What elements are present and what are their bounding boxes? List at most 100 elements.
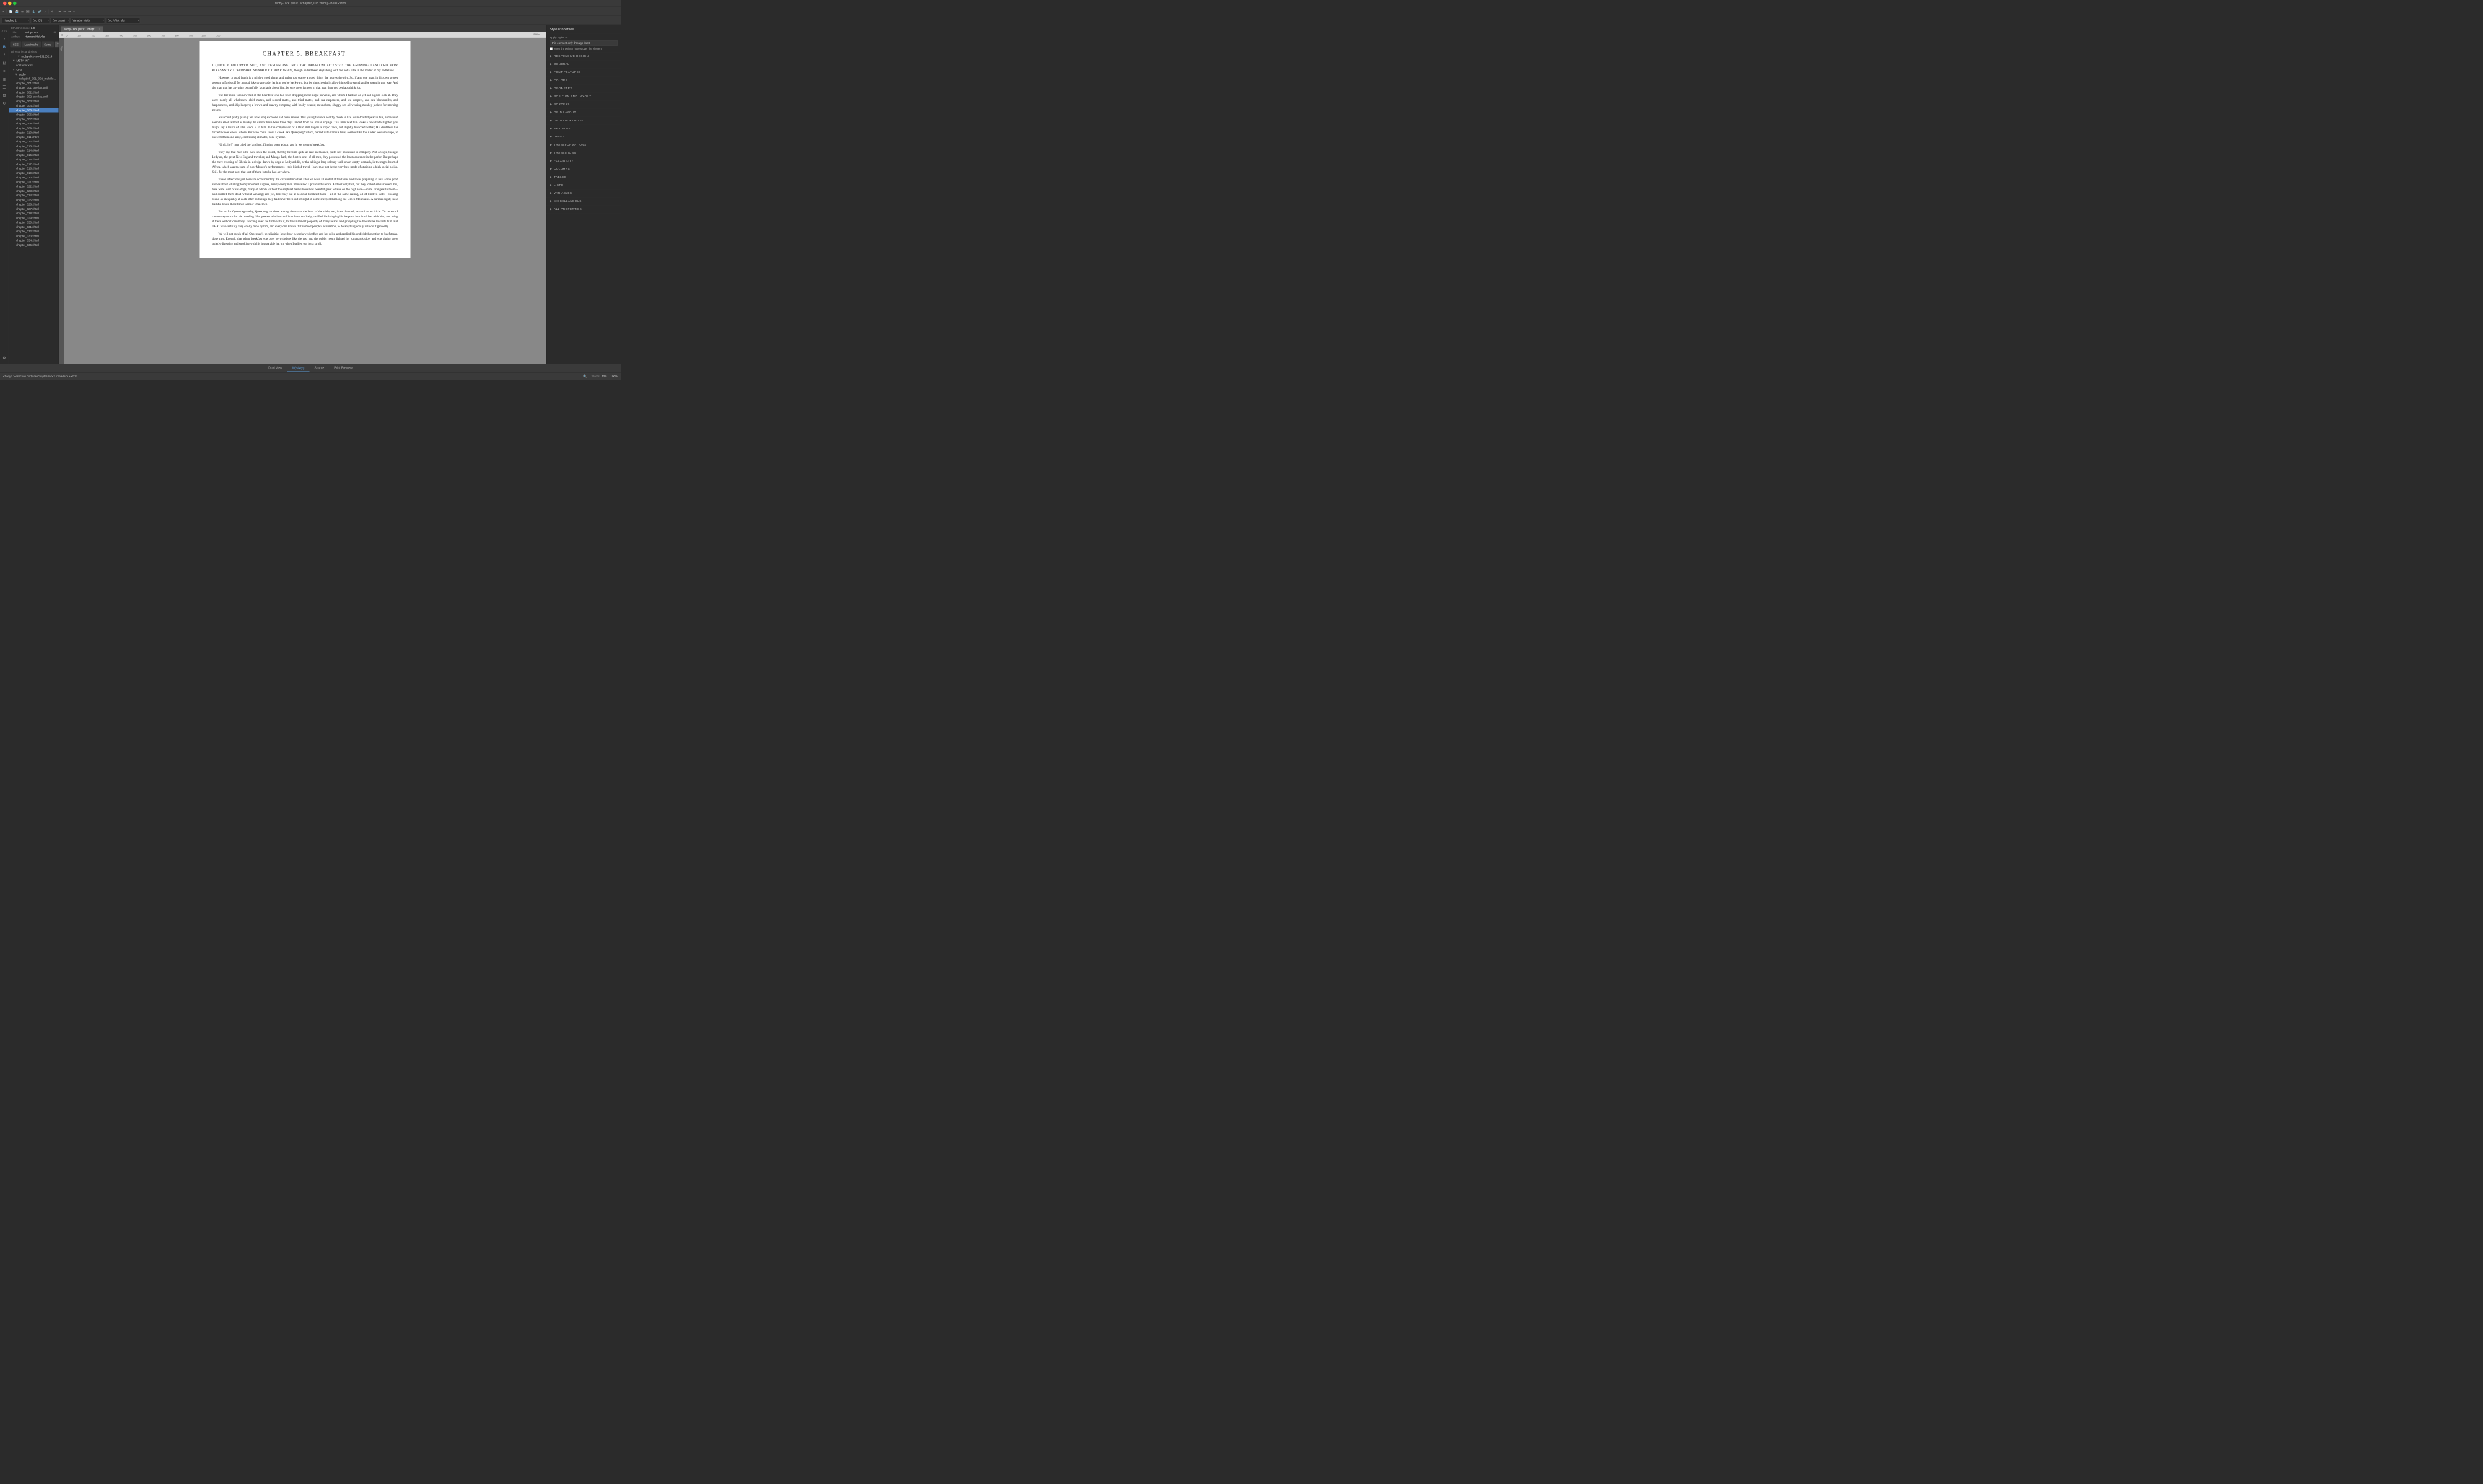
tree-item-chapter_010-xhtml[interactable]: chapter_010.xhtml xyxy=(9,131,59,135)
anchor-icon[interactable]: ⚓ xyxy=(32,9,37,14)
tree-item-chapter_025-xhtml[interactable]: chapter_025.xhtml xyxy=(9,198,59,202)
tab-toc[interactable]: ToC xyxy=(55,42,59,48)
prop-section-grid[interactable]: ▶ GRID LAYOUT xyxy=(546,108,621,116)
prop-section-tables[interactable]: ▶ TABLES xyxy=(546,173,621,181)
tree-item-chapter_015-xhtml[interactable]: chapter_015.xhtml xyxy=(9,153,59,157)
minimize-button[interactable] xyxy=(8,2,12,6)
tree-item-chapter_008-xhtml[interactable]: chapter_008.xhtml xyxy=(9,121,59,126)
tree-item-chapter_032-xhtml[interactable]: chapter_032.xhtml xyxy=(9,229,59,234)
image-icon[interactable]: 🖼 xyxy=(25,9,30,14)
tree-item-mobydick_001_002_melville---[interactable]: mobydick_001_002_melville... xyxy=(9,77,59,81)
tree-item-container-xml[interactable]: container.xml xyxy=(9,63,59,68)
prop-section-responsive[interactable]: ▶ RESPONSIVE DESIGN xyxy=(546,52,621,60)
tree-item-chapter_006-xhtml[interactable]: chapter_006.xhtml xyxy=(9,113,59,117)
tree-item-chapter_011-xhtml[interactable]: chapter_011.xhtml xyxy=(9,135,59,139)
tab-wysiwyg[interactable]: Wysiwyg xyxy=(287,365,310,371)
tab-landmarks[interactable]: Landmarks xyxy=(22,42,41,48)
tree-item-chapter_034-xhtml[interactable]: chapter_034.xhtml xyxy=(9,238,59,243)
maximize-button[interactable] xyxy=(13,2,17,6)
prop-section-grid-item[interactable]: ▶ GRID ITEM LAYOUT xyxy=(546,116,621,124)
prop-header-image[interactable]: ▶ IMAGE xyxy=(546,133,621,141)
tree-item-chapter_021-xhtml[interactable]: chapter_021.xhtml xyxy=(9,180,59,184)
aria-select[interactable]: (no ARIA role) xyxy=(106,17,140,23)
tree-item-chapter_009-xhtml[interactable]: chapter_009.xhtml xyxy=(9,126,59,130)
bold-icon[interactable]: B xyxy=(1,43,7,50)
prop-header-position[interactable]: ▶ POSITION AND LAYOUT xyxy=(546,92,621,100)
tree-item-OPS[interactable]: ▼ OPS xyxy=(9,68,59,72)
settings-icon[interactable]: ⚙ xyxy=(50,9,54,14)
prop-section-transitions[interactable]: ▶ TRANSITIONS xyxy=(546,149,621,157)
tree-item-chapter_031-xhtml[interactable]: chapter_031.xhtml xyxy=(9,225,59,229)
tree-item-chapter_026-xhtml[interactable]: chapter_026.xhtml xyxy=(9,203,59,207)
tree-item-chapter_028-xhtml[interactable]: chapter_028.xhtml xyxy=(9,211,59,216)
tree-item-chapter_005-xhtml[interactable]: chapter_005.xhtml xyxy=(9,108,59,112)
prop-section-columns[interactable]: ▶ COLUMNS xyxy=(546,165,621,173)
tree-item-chapter_001-xhtml[interactable]: chapter_001.xhtml xyxy=(9,81,59,85)
tree-item-chapter_022-xhtml[interactable]: chapter_022.xhtml xyxy=(9,185,59,189)
style-select[interactable]: Heading 1 xyxy=(2,17,30,23)
tree-item-chapter_004-xhtml[interactable]: chapter_004.xhtml xyxy=(9,103,59,108)
tree-item-META-INF[interactable]: ▼ META-INF xyxy=(9,59,59,63)
tree-item-chapter_002_overlay-smil[interactable]: chapter_002_overlay.smil xyxy=(9,95,59,99)
tree-item-chapter_002-xhtml[interactable]: chapter_002.xhtml xyxy=(9,90,59,94)
arrow-icon[interactable]: ◁▷ xyxy=(1,27,7,34)
prop-section-transforms[interactable]: ▶ TRANSFORMATIONS xyxy=(546,141,621,149)
tilde-icon[interactable]: ~ xyxy=(72,9,76,14)
tree-item-chapter_014-xhtml[interactable]: chapter_014.xhtml xyxy=(9,149,59,153)
prop-header-grid-item[interactable]: ▶ GRID ITEM LAYOUT xyxy=(546,116,621,124)
tree-item-chapter_033-xhtml[interactable]: chapter_033.xhtml xyxy=(9,234,59,238)
tree-item-chapter_018-xhtml[interactable]: chapter_018.xhtml xyxy=(9,167,59,171)
save-icon[interactable]: 💾 xyxy=(14,9,19,14)
new-plus-icon[interactable]: + xyxy=(2,9,5,14)
tab-spine[interactable]: Spine xyxy=(42,42,54,48)
prop-section-image[interactable]: ▶ IMAGE xyxy=(546,133,621,141)
prop-header-flexibility[interactable]: ▶ FLEXIBILITY xyxy=(546,157,621,165)
tree-item-chapter_027-xhtml[interactable]: chapter_027.xhtml xyxy=(9,207,59,211)
prop-section-geometry[interactable]: ▶ GEOMETRY xyxy=(546,84,621,92)
class-select[interactable]: (no class) xyxy=(51,17,69,23)
close-button[interactable] xyxy=(3,2,7,6)
apply-styles-select[interactable]: this element only through its ID xyxy=(550,40,618,46)
prop-header-transforms[interactable]: ▶ TRANSFORMATIONS xyxy=(546,141,621,149)
prop-header-columns[interactable]: ▶ COLUMNS xyxy=(546,165,621,173)
hover-checkbox[interactable] xyxy=(550,47,553,50)
prop-header-misc[interactable]: ▶ MISCELLANEOUS xyxy=(546,197,621,205)
prop-header-general[interactable]: ▶ GENERAL xyxy=(546,60,621,68)
epub-gear-icon[interactable]: ⚙ xyxy=(53,30,56,34)
prop-section-position[interactable]: ▶ POSITION AND LAYOUT xyxy=(546,92,621,100)
prop-header-colors[interactable]: ▶ COLORS xyxy=(546,76,621,84)
tree-item-chapter_019-xhtml[interactable]: chapter_019.xhtml xyxy=(9,171,59,175)
prop-header-transitions[interactable]: ▶ TRANSITIONS xyxy=(546,149,621,157)
table-icon[interactable]: ⊞ xyxy=(20,9,24,14)
underline-icon[interactable]: U xyxy=(1,59,7,66)
prop-section-general[interactable]: ▶ GENERAL xyxy=(546,60,621,68)
settings-sidebar-icon[interactable]: ⚙ xyxy=(1,354,7,361)
tab-print-preview[interactable]: Print Preview xyxy=(329,365,357,371)
width-select[interactable]: Variable width xyxy=(71,17,105,23)
prop-header-tables[interactable]: ▶ TABLES xyxy=(546,173,621,181)
tree-item-chapter_023-xhtml[interactable]: chapter_023.xhtml xyxy=(9,189,59,193)
window-controls[interactable] xyxy=(3,2,17,6)
prop-section-misc[interactable]: ▶ MISCELLANEOUS xyxy=(546,197,621,205)
prop-section-flexibility[interactable]: ▶ FLEXIBILITY xyxy=(546,157,621,165)
tree-item-chapter_013-xhtml[interactable]: chapter_013.xhtml xyxy=(9,144,59,148)
tree-item-chapter_012-xhtml[interactable]: chapter_012.xhtml xyxy=(9,139,59,144)
prop-section-all[interactable]: ▶ ALL PROPERTIES xyxy=(546,205,621,213)
tree-item-chapter_017-xhtml[interactable]: chapter_017.xhtml xyxy=(9,162,59,166)
prop-header-geometry[interactable]: ▶ GEOMETRY xyxy=(546,84,621,92)
prop-header-all[interactable]: ▶ ALL PROPERTIES xyxy=(546,205,621,213)
tree-item-chapter_007-xhtml[interactable]: chapter_007.xhtml xyxy=(9,117,59,121)
editor-tab-active[interactable]: Moby-Dick [file://.../chapt... ✕ xyxy=(61,26,103,32)
prop-section-font[interactable]: ▶ FONT FEATURES xyxy=(546,68,621,76)
tree-item-chapter_035-xhtml[interactable]: chapter_035.xhtml xyxy=(9,243,59,247)
tab-source[interactable]: Source xyxy=(309,365,329,371)
redo-icon[interactable]: ↪ xyxy=(68,9,71,14)
audio-icon[interactable]: ♫ xyxy=(43,9,46,14)
tree-item-chapter_030-xhtml[interactable]: chapter_030.xhtml xyxy=(9,220,59,225)
undo-icon[interactable]: ↩ xyxy=(63,9,66,14)
prop-section-borders[interactable]: ▶ BORDERS xyxy=(546,100,621,108)
tree-item-chapter_003-xhtml[interactable]: chapter_003.xhtml xyxy=(9,99,59,103)
tree-item-moby-dick-mo-20120214[interactable]: ▼ moby-dick-mo-20120214 xyxy=(9,54,59,58)
tree-item-chapter_024-xhtml[interactable]: chapter_024.xhtml xyxy=(9,193,59,198)
dot-icon[interactable]: • xyxy=(1,35,7,42)
